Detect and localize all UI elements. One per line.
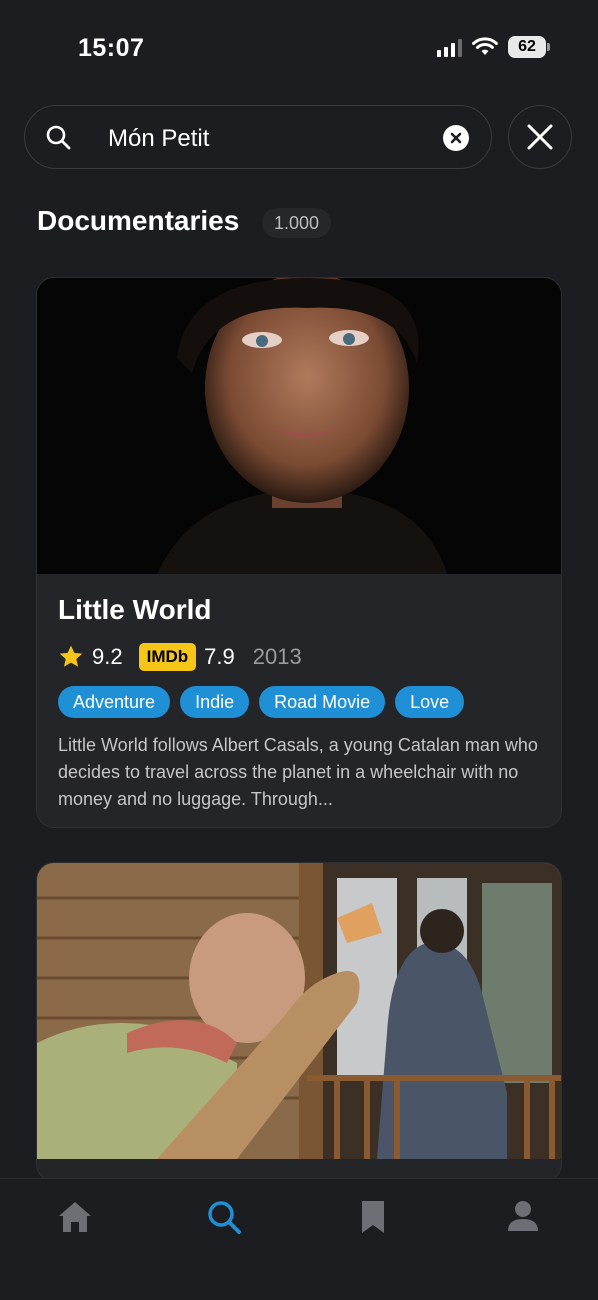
search-icon — [46, 125, 71, 150]
tab-bar — [0, 1178, 598, 1300]
result-card[interactable]: Little World 9.2 IMDb 7.9 2013 Adventure… — [36, 277, 562, 828]
close-button[interactable] — [508, 105, 572, 169]
section-title: Documentaries — [37, 205, 240, 236]
wifi-icon — [472, 37, 498, 55]
poster-image — [37, 278, 561, 574]
movie-description: Little World follows Albert Casals, a yo… — [58, 735, 538, 809]
battery-level: 62 — [518, 38, 536, 55]
genre-tag[interactable]: Love — [395, 686, 465, 718]
search-query[interactable]: Món Petit — [108, 125, 209, 153]
status-bar: 15:07 62 — [0, 0, 598, 90]
profile-icon — [508, 1201, 538, 1231]
home-icon — [59, 1202, 91, 1232]
imdb-badge: IMDb — [138, 643, 197, 671]
signal-icon — [437, 37, 462, 57]
tab-bookmarks[interactable] — [353, 1197, 393, 1237]
search-input[interactable]: Món Petit — [24, 105, 492, 169]
status-icons: 62 — [437, 36, 550, 58]
search-icon — [208, 1201, 241, 1234]
tab-profile[interactable] — [503, 1197, 543, 1237]
tab-home[interactable] — [55, 1197, 95, 1237]
genre-tag[interactable]: Adventure — [58, 686, 171, 718]
close-icon — [527, 124, 553, 150]
user-rating: 9.2 — [92, 644, 123, 669]
result-card[interactable] — [36, 862, 562, 1182]
movie-title: Little World — [58, 594, 212, 625]
release-year: 2013 — [252, 644, 302, 669]
tab-search[interactable] — [204, 1197, 244, 1237]
bookmark-icon — [362, 1201, 384, 1233]
genre-tag[interactable]: Indie — [180, 686, 250, 718]
status-time: 15:07 — [78, 34, 145, 62]
genre-tag[interactable]: Road Movie — [259, 686, 386, 718]
battery-icon: 62 — [508, 36, 550, 58]
star-icon — [59, 645, 83, 667]
result-count-badge: 1.000 — [262, 208, 332, 238]
genre-tags: Adventure Indie Road Movie Love — [58, 686, 465, 718]
rating-row: 9.2 IMDb 7.9 2013 — [58, 642, 302, 672]
clear-icon[interactable] — [443, 125, 469, 151]
poster-image — [37, 863, 561, 1159]
imdb-rating: 7.9 — [204, 644, 235, 669]
